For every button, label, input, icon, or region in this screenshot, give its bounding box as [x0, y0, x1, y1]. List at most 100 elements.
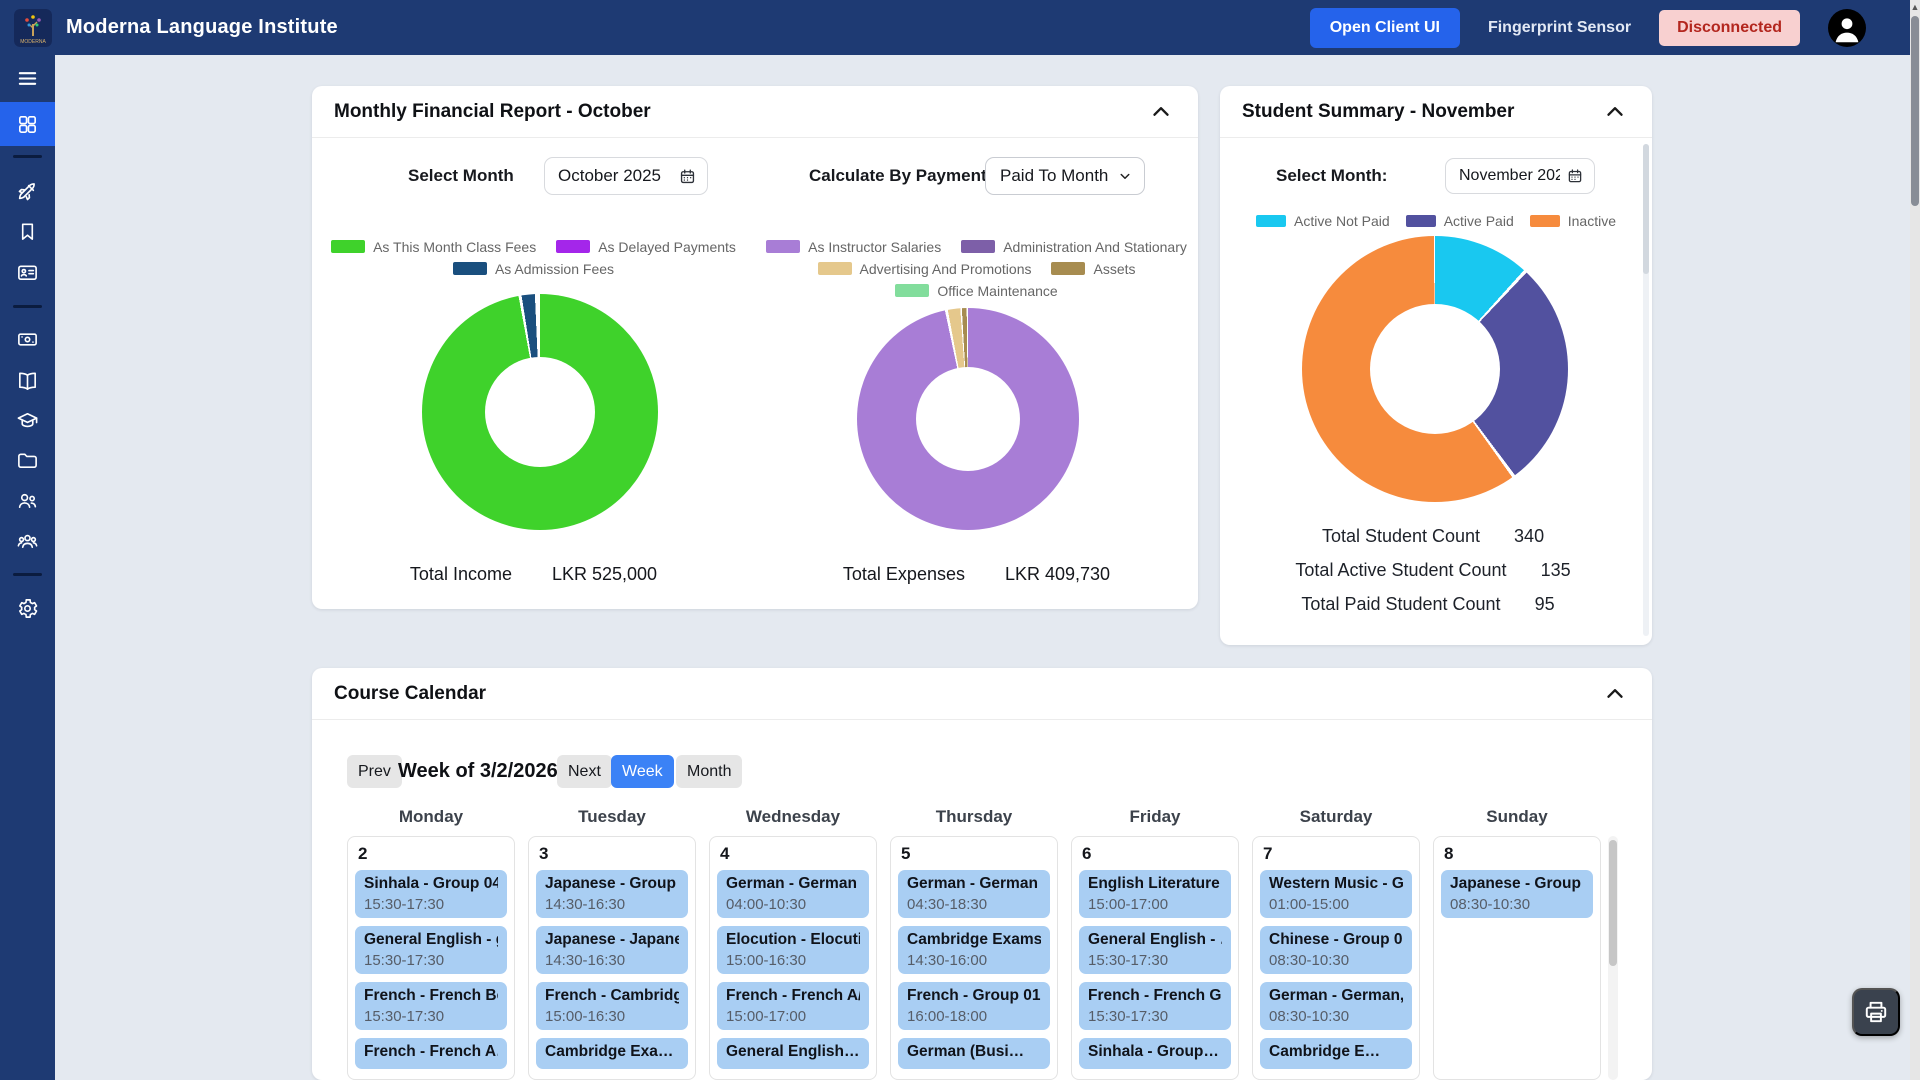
window-scrollbar-thumb[interactable] — [1911, 16, 1919, 206]
calendar-event[interactable]: General English - g…15:30-17:30 — [355, 926, 507, 974]
legend-item[interactable]: As Instructor Salaries — [766, 239, 941, 255]
chevron-up-icon — [1602, 99, 1628, 125]
legend-item[interactable]: Assets — [1051, 261, 1135, 277]
sidebar-item-rocket[interactable] — [0, 169, 55, 213]
stat-row: Total Active Student Count135 — [1220, 560, 1652, 581]
calendar-scrollbar[interactable] — [1608, 836, 1618, 1080]
event-title: Cambridge Exa… — [545, 1043, 679, 1061]
calendar-scrollbar-thumb[interactable] — [1609, 840, 1617, 966]
calendar-event[interactable]: General English… — [717, 1038, 869, 1069]
person-icon — [1828, 9, 1866, 47]
calendar-event[interactable]: French - Cambridg…15:00-16:30 — [536, 982, 688, 1030]
day-cell-3[interactable]: 3Japanese - Group …14:30-16:30Japanese -… — [528, 836, 696, 1080]
sidebar-divider — [13, 305, 42, 308]
window-scrollbar[interactable]: ▲ — [1910, 0, 1920, 1080]
calendar-event[interactable]: Chinese - Group 0…08:30-10:30 — [1260, 926, 1412, 974]
top-navbar: MODERNA Moderna Language Institute Open … — [0, 0, 1920, 55]
student-month-input[interactable] — [1445, 158, 1595, 194]
calendar-event[interactable]: English Literature …15:00-17:00 — [1079, 870, 1231, 918]
legend-item[interactable]: Advertising And Promotions — [818, 261, 1032, 277]
user-avatar[interactable] — [1828, 9, 1866, 47]
student-collapse-button[interactable] — [1600, 97, 1630, 127]
legend-item[interactable]: Active Paid — [1406, 213, 1514, 229]
event-time: 04:30-18:30 — [907, 896, 1041, 913]
sidebar-item-users[interactable] — [0, 478, 55, 522]
day-cell-5[interactable]: 5German - German …04:30-18:30Cambridge E… — [890, 836, 1058, 1080]
legend-item[interactable]: Inactive — [1530, 213, 1616, 229]
calendar-event[interactable]: French - French A… — [355, 1038, 507, 1069]
legend-label: As Instructor Salaries — [808, 239, 941, 255]
event-title: Elocution - Elocuti… — [726, 931, 860, 949]
financial-month-value[interactable] — [558, 166, 672, 186]
calendar-next-button[interactable]: Next — [557, 755, 612, 788]
legend-item[interactable]: Administration And Stationary — [961, 239, 1187, 255]
calendar-event[interactable]: Sinhala - Group… — [1079, 1038, 1231, 1069]
calculate-by-select[interactable]: Paid To Month — [985, 157, 1145, 195]
student-month-value[interactable] — [1459, 167, 1560, 185]
calendar-event[interactable]: Cambridge Exams …14:30-16:00 — [898, 926, 1050, 974]
print-button[interactable] — [1852, 988, 1900, 1036]
student-card-scrollbar-thumb[interactable] — [1643, 144, 1649, 274]
student-select-month-label: Select Month: — [1276, 158, 1387, 194]
sidebar-item-folder[interactable] — [0, 438, 55, 482]
calendar-event[interactable]: Japanese - Japane…14:30-16:30 — [536, 926, 688, 974]
open-client-ui-button[interactable]: Open Client UI — [1310, 8, 1460, 48]
event-time: 15:00-16:30 — [545, 1008, 679, 1025]
day-number: 2 — [358, 844, 514, 864]
legend-label: Active Paid — [1444, 213, 1514, 229]
day-number: 7 — [1263, 844, 1419, 864]
calendar-event[interactable]: French - Group 01 …16:00-18:00 — [898, 982, 1050, 1030]
calendar-collapse-button[interactable] — [1600, 679, 1630, 709]
sidebar-item-graduation-cap[interactable] — [0, 398, 55, 442]
event-title: General English… — [726, 1043, 860, 1061]
calendar-month-toggle[interactable]: Month — [676, 755, 742, 788]
calendar-event[interactable]: French - French Be…15:30-17:30 — [355, 982, 507, 1030]
expenses-legend: As Instructor Salaries Administration And… — [755, 238, 1198, 304]
sidebar-item-menu[interactable] — [0, 56, 55, 100]
day-cell-6[interactable]: 6English Literature …15:00-17:00General … — [1071, 836, 1239, 1080]
event-title: Sinhala - Group… — [1088, 1043, 1222, 1061]
calendar-event[interactable]: Japanese - Group …14:30-16:30 — [536, 870, 688, 918]
sidebar-item-user-group[interactable] — [0, 518, 55, 562]
calendar-event[interactable]: German (Busi… — [898, 1038, 1050, 1069]
sidebar — [0, 55, 55, 1080]
legend-item[interactable]: As Admission Fees — [453, 261, 614, 277]
day-cell-7[interactable]: 7 Western Music - G…01:00-15:00 Chinese - … — [1252, 836, 1420, 1080]
calendar-event[interactable]: German - German …04:30-18:30 — [898, 870, 1050, 918]
book-icon — [16, 369, 39, 392]
day-cell-4[interactable]: 4German - German …04:00-10:30Elocution -… — [709, 836, 877, 1080]
sidebar-item-book[interactable] — [0, 358, 55, 402]
calendar-event[interactable]: Elocution - Elocuti…15:00-16:30 — [717, 926, 869, 974]
financial-collapse-button[interactable] — [1146, 97, 1176, 127]
calendar-event[interactable]: Cambridge E… — [1260, 1038, 1412, 1069]
sidebar-item-bookmark[interactable] — [0, 209, 55, 253]
calendar-event[interactable]: Sinhala - Group 04…15:30-17:30 — [355, 870, 507, 918]
day-cell-8[interactable]: 8Japanese - Group …08:30-10:30 — [1433, 836, 1601, 1080]
calendar-event[interactable]: Japanese - Group …08:30-10:30 — [1441, 870, 1593, 918]
legend-item[interactable]: As This Month Class Fees — [331, 239, 536, 255]
event-title: Japanese - Group … — [1450, 875, 1584, 893]
legend-item[interactable]: Active Not Paid — [1256, 213, 1390, 229]
day-cell-2[interactable]: 2 Sinhala - Group 04…15:30-17:30 General E… — [347, 836, 515, 1080]
calendar-event[interactable]: German - German,…08:30-10:30 — [1260, 982, 1412, 1030]
calendar-event[interactable]: Cambridge Exa… — [536, 1038, 688, 1069]
calendar-event[interactable]: German - German …04:00-10:30 — [717, 870, 869, 918]
financial-month-input[interactable] — [544, 157, 708, 195]
calendar-event[interactable]: French - French A/…15:00-17:00 — [717, 982, 869, 1030]
legend-item[interactable]: As Delayed Payments — [556, 239, 736, 255]
total-income-value: LKR 525,000 — [552, 564, 657, 585]
event-time: 15:00-17:00 — [1088, 896, 1222, 913]
calendar-prev-button[interactable]: Prev — [347, 755, 402, 788]
scrollbar-up-arrow-icon[interactable]: ▲ — [1910, 2, 1920, 12]
calendar-event[interactable]: French - French G…15:30-17:30 — [1079, 982, 1231, 1030]
connection-status-badge: Disconnected — [1659, 10, 1800, 46]
calendar-event[interactable]: General English - …15:30-17:30 — [1079, 926, 1231, 974]
student-card-scrollbar[interactable] — [1643, 144, 1649, 636]
calendar-event[interactable]: Western Music - G…01:00-15:00 — [1260, 870, 1412, 918]
sidebar-item-dashboard-grid[interactable] — [0, 102, 55, 146]
calendar-week-toggle[interactable]: Week — [611, 755, 674, 788]
sidebar-item-money[interactable] — [0, 317, 55, 361]
sidebar-item-id-card[interactable] — [0, 250, 55, 294]
legend-item[interactable]: Office Maintenance — [895, 283, 1057, 299]
sidebar-item-gear[interactable] — [0, 586, 55, 630]
